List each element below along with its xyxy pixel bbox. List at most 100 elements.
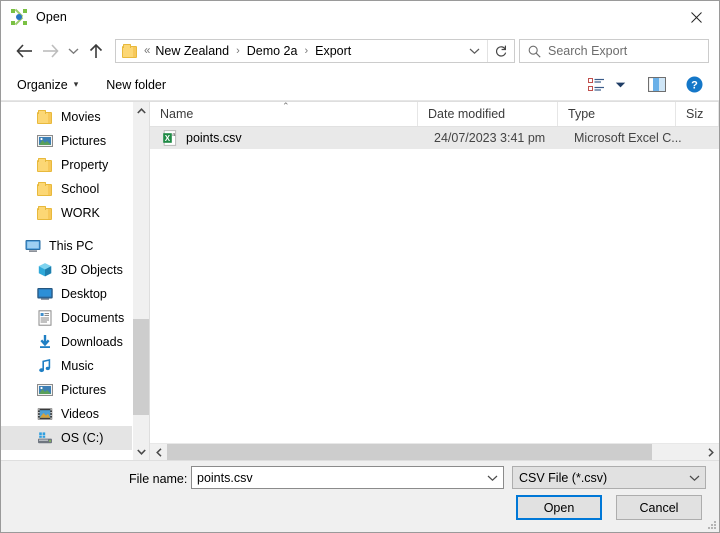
chevron-down-icon (469, 48, 479, 55)
column-header-size[interactable]: Siz (676, 102, 719, 126)
recent-locations-button[interactable] (63, 38, 83, 64)
scroll-track[interactable] (167, 444, 702, 460)
address-bar[interactable]: « New Zealand › Demo 2a › Export (115, 39, 515, 63)
scroll-thumb[interactable] (167, 444, 652, 460)
breadcrumb-separator[interactable]: › (230, 45, 246, 57)
breadcrumb-overflow[interactable]: « (143, 45, 154, 57)
sidebar-item-work[interactable]: WORK (1, 201, 132, 225)
address-dropdown-button[interactable] (461, 40, 487, 62)
list-view-icon (588, 77, 604, 91)
folder-icon (37, 109, 53, 125)
sidebar-item-videos[interactable]: Videos (1, 402, 132, 426)
sidebar-item-pictures[interactable]: Pictures (1, 378, 132, 402)
forward-button[interactable] (37, 38, 63, 64)
file-list-horizontal-scrollbar[interactable] (150, 443, 719, 460)
sidebar-list: Movies Pictures Property School WORK This PC 3… (1, 102, 132, 460)
sidebar-item-label: Desktop (61, 287, 107, 301)
search-input[interactable]: Search Export (519, 39, 709, 63)
chevron-down-icon (689, 475, 699, 481)
cell-date: 24/07/2023 3:41 pm (434, 131, 546, 145)
pictures-icon (37, 133, 53, 149)
sidebar-item-label: Pictures (61, 383, 107, 397)
column-headers: ⌃ Name Date modified Type Siz (150, 102, 719, 127)
file-name-input[interactable]: points.csv (191, 466, 504, 489)
resize-grip[interactable] (706, 519, 716, 529)
sidebar-item-os-c[interactable]: OS (C:) (1, 426, 132, 450)
videos-icon (37, 406, 53, 422)
folder-icon (37, 157, 53, 173)
cancel-button[interactable]: Cancel (616, 495, 702, 520)
address-bar-controls (461, 40, 514, 62)
up-button[interactable] (83, 38, 109, 64)
folder-icon (122, 44, 138, 58)
scroll-down-button[interactable] (133, 443, 149, 460)
view-dropdown-button[interactable] (611, 77, 630, 93)
sidebar-item-label: Downloads (61, 335, 123, 349)
sidebar-item-music[interactable]: Music (1, 354, 132, 378)
file-name-value[interactable]: points.csv (197, 471, 481, 485)
organize-button[interactable]: Organize ▾ (9, 74, 86, 96)
close-button[interactable] (674, 1, 719, 33)
help-button[interactable]: ? (682, 72, 707, 97)
file-list[interactable]: Xa points.csv 24/07/2023 3:41 pm Microsoft … (150, 127, 719, 443)
up-arrow-icon (89, 43, 103, 58)
title-bar: Open (1, 1, 719, 33)
breadcrumb-item-2[interactable]: Export (314, 44, 352, 58)
view-options-button[interactable] (584, 74, 609, 96)
preview-pane-button[interactable] (644, 73, 670, 96)
sidebar-item-desktop[interactable]: Desktop (1, 282, 132, 306)
molecule-icon (11, 8, 27, 26)
breadcrumb-separator[interactable]: › (298, 45, 314, 57)
breadcrumb: « New Zealand › Demo 2a › Export (143, 44, 461, 58)
breadcrumb-item-0[interactable]: New Zealand (154, 44, 230, 58)
scroll-right-button[interactable] (702, 444, 719, 460)
scroll-up-button[interactable] (133, 102, 149, 119)
sidebar-item-documents[interactable]: Documents (1, 306, 132, 330)
chevron-up-icon (136, 107, 146, 114)
table-row[interactable]: Xa points.csv 24/07/2023 3:41 pm Microsoft … (150, 127, 719, 149)
sidebar-item-label: Property (61, 158, 109, 172)
command-bar: Organize ▾ New folder ? (1, 69, 719, 101)
back-button[interactable] (11, 38, 37, 64)
file-type-dropdown[interactable]: CSV File (*.csv) (512, 466, 706, 489)
this-pc-icon (25, 238, 41, 254)
column-header-date-label: Date modified (428, 107, 506, 121)
file-list-pane: ⌃ Name Date modified Type Siz Xa points.c… (149, 102, 719, 460)
sidebar-item-label: Videos (61, 407, 99, 421)
forward-arrow-icon (42, 44, 59, 58)
open-button[interactable]: Open (516, 495, 602, 520)
cell-name: points.csv (186, 131, 242, 145)
column-header-name[interactable]: ⌃ Name (150, 102, 418, 126)
sidebar-item-label: Documents (61, 311, 125, 325)
sidebar-item-label: School (61, 182, 100, 196)
file-name-dropdown-button[interactable] (481, 467, 503, 488)
sidebar-item-label: Music (61, 359, 94, 373)
scroll-track[interactable] (133, 119, 149, 443)
preview-pane-icon (648, 77, 666, 92)
new-folder-button[interactable]: New folder (98, 74, 174, 96)
sidebar-item-pictures[interactable]: Pictures (1, 129, 132, 153)
sidebar-item-3d-objects[interactable]: 3D Objects (1, 258, 132, 282)
close-icon (691, 11, 702, 23)
file-type-dropdown-button[interactable] (683, 467, 705, 488)
scroll-left-button[interactable] (150, 444, 167, 460)
breadcrumb-item-1[interactable]: Demo 2a (246, 44, 299, 58)
scroll-thumb[interactable] (133, 319, 149, 415)
music-icon (37, 358, 53, 374)
sidebar-item-this-pc[interactable]: This PC (1, 234, 132, 258)
sidebar-item-label: OS (C:) (61, 431, 104, 445)
chevron-down-icon (487, 475, 497, 481)
svg-text:X: X (165, 134, 171, 143)
refresh-button[interactable] (488, 40, 514, 62)
column-header-date-modified[interactable]: Date modified (418, 102, 558, 126)
sidebar-item-downloads[interactable]: Downloads (1, 330, 132, 354)
sidebar-item-movies[interactable]: Movies (1, 105, 132, 129)
sidebar-vertical-scrollbar[interactable] (132, 102, 149, 460)
column-header-type[interactable]: Type (558, 102, 676, 126)
sidebar-item-school[interactable]: School (1, 177, 132, 201)
navigation-bar: « New Zealand › Demo 2a › Export Search … (1, 33, 719, 69)
file-name-label: File name: (129, 472, 188, 486)
chevron-right-icon (707, 447, 714, 457)
sidebar-item-property[interactable]: Property (1, 153, 132, 177)
folder-icon (37, 181, 53, 197)
